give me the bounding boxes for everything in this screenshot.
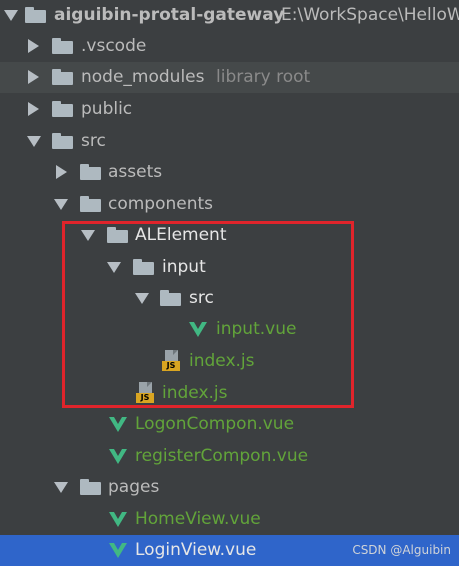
tree-row-pages[interactable]: pages: [0, 472, 459, 503]
tree-row-assets[interactable]: assets: [0, 157, 459, 188]
tree-row-vscode[interactable]: .vscode: [0, 31, 459, 62]
vue-file-icon: [109, 449, 127, 464]
file-label-register-compon: registerCompon.vue: [135, 446, 309, 466]
folder-icon: [80, 196, 101, 212]
expand-arrow-icon[interactable]: [54, 199, 68, 210]
folder-label-pages: pages: [108, 477, 160, 497]
tree-row-src[interactable]: src: [0, 126, 459, 157]
folder-label-node-modules: node_modules: [81, 67, 205, 87]
folder-icon: [52, 38, 73, 54]
folder-icon: [52, 101, 73, 117]
tree-row-components[interactable]: components: [0, 189, 459, 220]
tree-row-root[interactable]: aiguibin-protal-gateway E:\WorkSpace\Hel…: [0, 0, 459, 31]
vue-file-icon: [109, 512, 127, 527]
collapse-arrow-icon[interactable]: [28, 102, 39, 116]
tree-row-home-view[interactable]: HomeView.vue: [0, 504, 459, 535]
highlight-box: [62, 221, 354, 408]
library-root-hint: library root: [216, 67, 311, 87]
vue-file-icon: [109, 543, 127, 558]
expand-arrow-icon[interactable]: [54, 482, 68, 493]
collapse-arrow-icon[interactable]: [28, 70, 39, 84]
watermark: CSDN @Alguibin: [352, 543, 451, 557]
project-tree: aiguibin-protal-gateway E:\WorkSpace\Hel…: [0, 0, 459, 566]
folder-label-public: public: [81, 99, 133, 119]
collapse-arrow-icon[interactable]: [28, 39, 39, 53]
folder-label-src: src: [81, 131, 106, 151]
file-label-home-view: HomeView.vue: [135, 509, 261, 529]
folder-icon: [80, 479, 101, 495]
collapse-arrow-icon[interactable]: [56, 165, 67, 179]
folder-label-assets: assets: [108, 162, 163, 182]
tree-row-logon-compon[interactable]: LogonCompon.vue: [0, 409, 459, 440]
folder-icon: [52, 133, 73, 149]
folder-icon: [52, 69, 73, 85]
expand-arrow-icon[interactable]: [4, 10, 18, 21]
root-path-label: E:\WorkSpace\HelloW: [281, 5, 459, 25]
root-folder-label: aiguibin-protal-gateway: [54, 5, 285, 25]
vue-file-icon: [109, 417, 127, 432]
folder-label-vscode: .vscode: [81, 36, 147, 56]
tree-row-public[interactable]: public: [0, 94, 459, 125]
folder-icon: [25, 7, 46, 23]
tree-row-register-compon[interactable]: registerCompon.vue: [0, 441, 459, 472]
tree-row-node-modules[interactable]: node_modules library root: [0, 62, 459, 93]
folder-icon: [80, 164, 101, 180]
file-label-logon-compon: LogonCompon.vue: [135, 414, 295, 434]
expand-arrow-icon[interactable]: [27, 136, 41, 147]
file-label-login-view: LoginView.vue: [135, 540, 257, 560]
folder-label-components: components: [108, 194, 214, 214]
